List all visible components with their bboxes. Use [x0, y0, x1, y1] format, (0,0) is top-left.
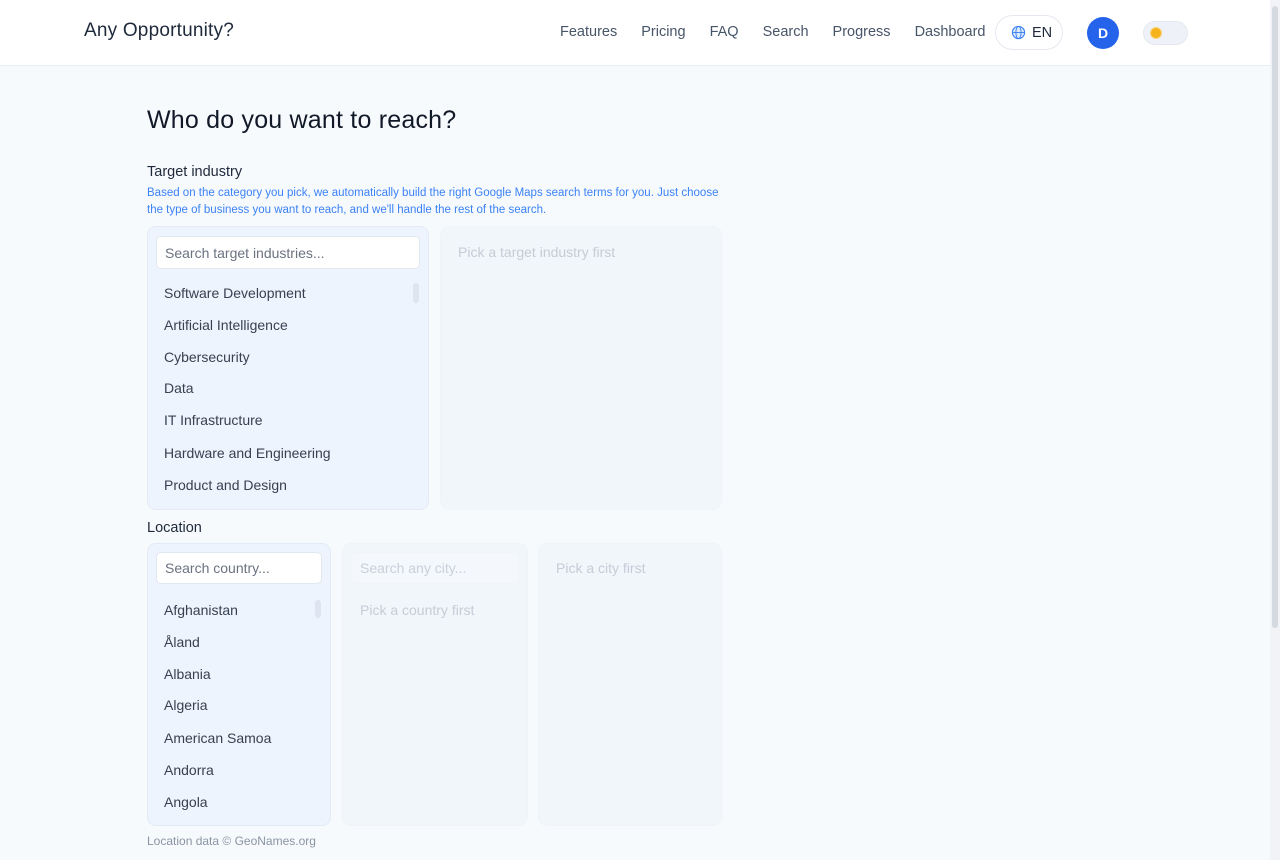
industry-item[interactable]: Product and Design — [164, 477, 287, 493]
country-list-scrollbar[interactable] — [315, 600, 321, 618]
country-list-panel: Afghanistan Åland Albania Algeria Americ… — [147, 543, 331, 826]
country-search-input[interactable] — [156, 552, 322, 584]
country-item[interactable]: Angola — [164, 794, 208, 810]
location-detail-panel: Pick a city first — [538, 543, 722, 826]
country-item[interactable]: Åland — [164, 634, 200, 650]
language-switcher[interactable]: EN — [995, 15, 1063, 50]
city-search-input[interactable] — [351, 552, 519, 584]
country-item[interactable]: Andorra — [164, 762, 214, 778]
geonames-attribution: Location data © GeoNames.org — [147, 834, 316, 848]
nav-search[interactable]: Search — [763, 23, 809, 41]
language-code: EN — [1032, 24, 1053, 41]
industry-detail-panel: Pick a target industry first — [440, 226, 722, 510]
industry-item[interactable]: Artificial Intelligence — [164, 317, 288, 333]
industry-item[interactable]: Hardware and Engineering — [164, 445, 331, 461]
nav-faq[interactable]: FAQ — [710, 23, 739, 41]
industry-help-text: Based on the category you pick, we autom… — [147, 187, 719, 216]
industry-item[interactable]: Software Development — [164, 285, 306, 301]
country-item[interactable]: Algeria — [164, 697, 208, 713]
nav-pricing[interactable]: Pricing — [641, 23, 685, 41]
location-detail-hint: Pick a city first — [556, 560, 646, 576]
industry-detail-hint: Pick a target industry first — [458, 244, 616, 260]
industry-list-scrollbar[interactable] — [413, 283, 419, 303]
industry-list-panel: Software Development Artificial Intellig… — [147, 226, 429, 510]
city-list-hint: Pick a country first — [360, 602, 475, 618]
top-navbar: Any Opportunity? Features Pricing FAQ Se… — [0, 0, 1270, 66]
industry-item[interactable]: Data — [164, 380, 194, 396]
nav-dashboard[interactable]: Dashboard — [915, 23, 986, 41]
location-label: Location — [147, 520, 202, 536]
sun-icon — [1151, 28, 1161, 38]
industry-label: Target industry — [147, 164, 243, 180]
nav-features[interactable]: Features — [560, 23, 617, 41]
theme-toggle[interactable] — [1143, 21, 1188, 45]
industry-item[interactable]: IT Infrastructure — [164, 412, 263, 428]
main-nav: Features Pricing FAQ Search Progress Das… — [560, 23, 1010, 41]
country-item[interactable]: Albania — [164, 666, 211, 682]
page-scrollbar[interactable] — [1272, 6, 1278, 628]
city-list-panel: Pick a country first — [342, 543, 528, 826]
industry-search-input[interactable] — [156, 236, 420, 269]
country-item[interactable]: Afghanistan — [164, 602, 238, 618]
industry-item[interactable]: Cybersecurity — [164, 349, 250, 365]
user-avatar[interactable]: D — [1087, 17, 1119, 49]
brand-logo[interactable]: Any Opportunity? — [84, 20, 234, 42]
page-title: Who do you want to reach? — [147, 106, 457, 134]
globe-icon — [1011, 25, 1026, 40]
nav-progress[interactable]: Progress — [833, 23, 891, 41]
country-item[interactable]: American Samoa — [164, 730, 271, 746]
